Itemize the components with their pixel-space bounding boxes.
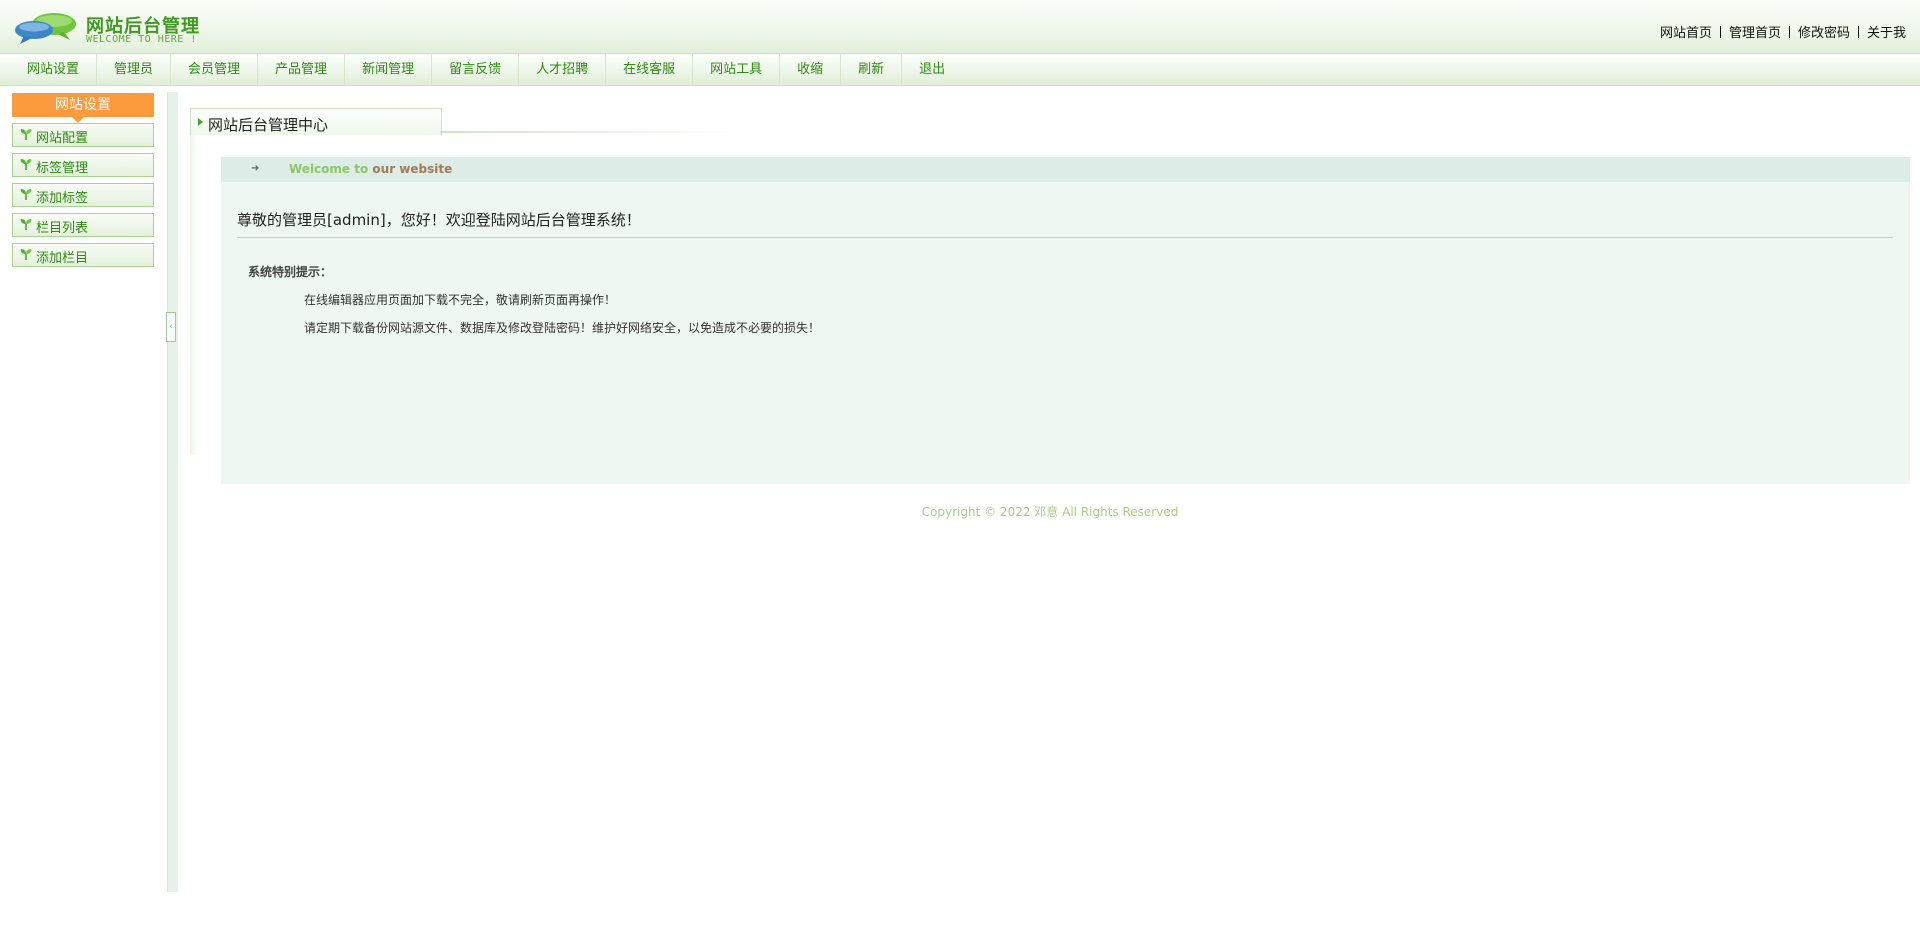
- menu-member-management[interactable]: 会员管理: [171, 54, 259, 85]
- link-site-home[interactable]: 网站首页: [1660, 26, 1712, 41]
- arrow-right-icon: [198, 118, 203, 126]
- main-content: 网站后台管理中心 ➜ Welcome to our website 尊敬的管理员…: [190, 105, 1910, 484]
- leaf-icon: [20, 249, 32, 260]
- divider: [1788, 26, 1790, 38]
- tip-item: 在线编辑器应用页面加下载不完全，敬请刷新页面再操作！: [304, 293, 617, 307]
- sidebar-item-label: 栏目列表: [36, 221, 89, 236]
- tab-admin-center[interactable]: 网站后台管理中心: [190, 108, 442, 135]
- sidebar-item-label: 添加栏目: [36, 251, 89, 266]
- link-about[interactable]: 关于我: [1867, 26, 1906, 41]
- sidebar-title: 网站设置: [12, 93, 154, 123]
- top-links: 网站首页 管理首页 修改密码 关于我: [1660, 22, 1906, 41]
- menu-feedback[interactable]: 留言反馈: [432, 54, 520, 85]
- leaf-icon: [20, 129, 32, 140]
- sidebar-item-site-config[interactable]: 网站配置: [12, 123, 154, 147]
- link-admin-home[interactable]: 管理首页: [1729, 26, 1781, 41]
- menu-site-settings[interactable]: 网站设置: [10, 54, 98, 85]
- arrow-icon: ➜: [251, 163, 260, 174]
- main-menu: 网站设置 管理员 会员管理 产品管理 新闻管理 留言反馈 人才招聘 在线客服 网…: [0, 54, 1920, 86]
- main-tab-wrap: 网站后台管理中心: [190, 105, 750, 135]
- sidebar: 网站设置 网站配置 标签管理 添加标签 栏目列表 添加栏目: [12, 93, 154, 267]
- sidebar-item-column-list[interactable]: 栏目列表: [12, 213, 154, 237]
- copyright: Copyright © 2022 邓意 All Rights Reserved: [921, 505, 1179, 519]
- divider: [237, 237, 1893, 238]
- sidebar-item-add-tag[interactable]: 添加标签: [12, 183, 154, 207]
- menu-logout[interactable]: 退出: [902, 54, 962, 85]
- menu-site-tools[interactable]: 网站工具: [693, 54, 781, 85]
- menu-online-service[interactable]: 在线客服: [606, 54, 694, 85]
- sidebar-item-tag-management[interactable]: 标签管理: [12, 153, 154, 177]
- welcome-bar: ➜ Welcome to our website: [221, 157, 1910, 182]
- sidebar-splitter[interactable]: ‹: [166, 92, 178, 892]
- menu-product-management[interactable]: 产品管理: [258, 54, 346, 85]
- sidebar-item-label: 添加标签: [36, 191, 89, 206]
- logo-icon: [15, 13, 76, 44]
- divider: [1719, 26, 1721, 38]
- link-change-password[interactable]: 修改密码: [1798, 26, 1850, 41]
- collapse-handle-icon[interactable]: ‹: [166, 312, 176, 342]
- welcome-suffix: our website: [372, 162, 453, 176]
- sidebar-item-add-column[interactable]: 添加栏目: [12, 243, 154, 267]
- tab-title: 网站后台管理中心: [208, 116, 329, 134]
- sidebar-item-label: 标签管理: [36, 161, 89, 176]
- divider: [1857, 26, 1859, 38]
- menu-news-management[interactable]: 新闻管理: [345, 54, 433, 85]
- menu-refresh[interactable]: 刷新: [841, 54, 903, 85]
- greeting-text: 尊敬的管理员[admin]，您好！欢迎登陆网站后台管理系统！: [237, 211, 641, 229]
- welcome-panel: ➜ Welcome to our website 尊敬的管理员[admin]，您…: [221, 157, 1910, 484]
- tip-item: 请定期下载备份网站源文件、数据库及修改登陆密码！维护好网络安全，以免造成不必要的…: [304, 321, 821, 335]
- leaf-icon: [20, 159, 32, 170]
- menu-administrators[interactable]: 管理员: [97, 54, 172, 85]
- tips-title: 系统特别提示：: [248, 265, 333, 279]
- tab-underline: [440, 131, 740, 133]
- menu-collapse[interactable]: 收缩: [780, 54, 842, 85]
- brand-subtitle: WELCOME TO HERE !: [86, 34, 197, 45]
- leaf-icon: [20, 189, 32, 200]
- menu-recruitment[interactable]: 人才招聘: [519, 54, 607, 85]
- sidebar-item-label: 网站配置: [36, 131, 89, 146]
- welcome-prefix: Welcome to: [289, 162, 369, 176]
- welcome-text: Welcome to our website: [289, 162, 452, 176]
- header: 网站后台管理 WELCOME TO HERE ! 网站首页 管理首页 修改密码 关于我: [0, 0, 1920, 54]
- content-shadow: [190, 135, 198, 455]
- leaf-icon: [20, 219, 32, 230]
